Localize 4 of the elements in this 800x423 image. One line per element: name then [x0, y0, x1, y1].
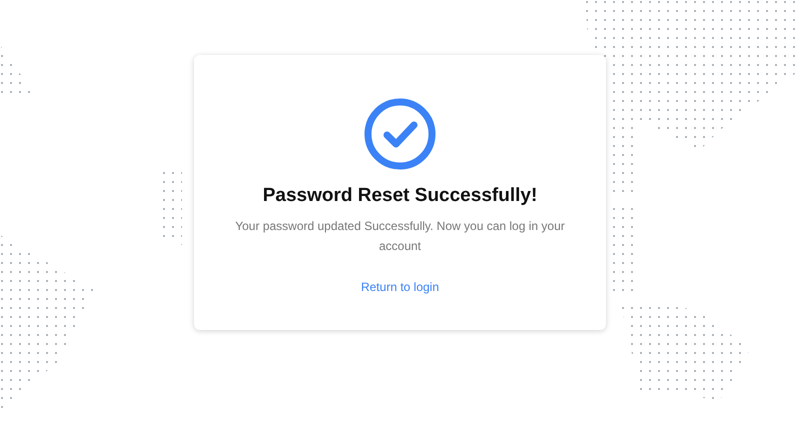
- dialog-title: Password Reset Successfully!: [262, 184, 538, 208]
- check-circle-icon: [364, 98, 436, 170]
- return-to-login-link[interactable]: Return to login: [360, 278, 440, 296]
- message-text: Your password updated Successfully. Now you can log in your account: [234, 218, 566, 255]
